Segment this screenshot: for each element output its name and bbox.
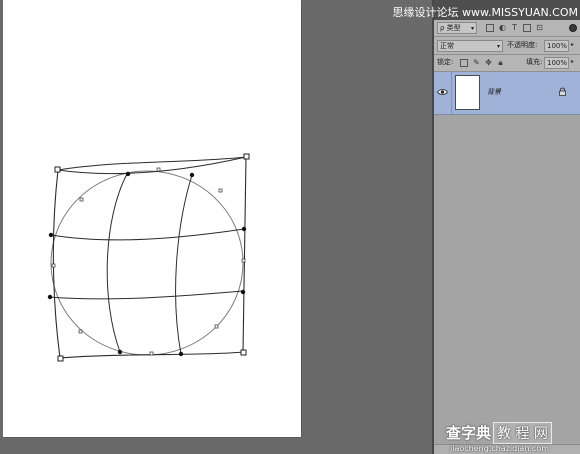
filter-type-icon[interactable]: T	[510, 23, 519, 32]
fill-label: 填充:	[526, 58, 543, 66]
blend-mode-label: 正常	[440, 42, 454, 50]
layer-visibility-toggle[interactable]	[434, 72, 452, 114]
warp-mesh[interactable]	[3, 0, 301, 437]
filter-kind-select[interactable]: ρ 类型 ▾	[437, 22, 477, 34]
document-canvas[interactable]	[3, 0, 301, 437]
blend-mode-select[interactable]: 正常 ▾	[437, 40, 503, 52]
eye-icon	[437, 89, 448, 95]
opacity-field[interactable]: 100%	[544, 40, 569, 52]
watermark-top: 思缘设计论坛 www.MISSYUAN.COM	[392, 4, 578, 20]
layer-row-background[interactable]: 背景	[434, 72, 580, 115]
panel-topbar: 思缘设计论坛 www.MISSYUAN.COM	[392, 0, 580, 20]
lock-transparent-icon[interactable]	[460, 59, 468, 67]
chevron-down-icon: ▾	[470, 25, 474, 32]
watermark-bottom: 查字典教 程 网 jiaocheng.chazidian.com	[446, 422, 580, 453]
watermark-brand: 查字典教 程 网	[446, 422, 580, 444]
filter-kind-label: ρ 类型	[440, 24, 461, 32]
opacity-label: 不透明度:	[507, 41, 538, 49]
warp-top-edge	[57, 156, 247, 171]
warp-grid-horizontal-1	[50, 228, 245, 241]
lock-brush-icon[interactable]: ✎	[472, 58, 481, 67]
warp-grid-vertical-2	[175, 174, 193, 355]
fill-value: 100%	[547, 59, 568, 67]
lock-label: 锁定:	[437, 58, 454, 66]
layers-list: 背景	[434, 72, 580, 445]
warp-grid-vertical-1	[106, 173, 128, 353]
fill-chevron-icon[interactable]: ▸	[571, 58, 574, 65]
opacity-value: 100%	[547, 42, 568, 50]
filter-adjustment-icon[interactable]: ◐	[498, 23, 507, 32]
layers-panel: 思缘设计论坛 www.MISSYUAN.COM ρ 类型 ▾ ◐ T ⊡ 正常 …	[392, 0, 580, 454]
watermark-top-url: www.MISSYUAN.COM	[461, 6, 578, 19]
lock-all-icon[interactable]: 🔒︎	[496, 58, 505, 67]
lock-row: 锁定: ✎ ✥ 🔒︎ 填充: 100% ▸	[434, 55, 580, 72]
fill-field[interactable]: 100%	[544, 57, 569, 69]
blend-row: 正常 ▾ 不透明度: 100% ▸	[434, 37, 580, 55]
watermark-brand-a: 查字典	[446, 424, 492, 442]
layer-lock-icon	[559, 87, 566, 96]
layer-filter-row: ρ 类型 ▾ ◐ T ⊡	[434, 20, 580, 37]
warp-corner-handles[interactable]	[54, 153, 250, 362]
watermark-brand-b: 教 程 网	[493, 422, 552, 444]
chevron-down-icon: ▾	[496, 43, 500, 50]
watermark-top-cn: 思缘设计论坛	[392, 6, 459, 19]
filter-smartobject-icon[interactable]: ⊡	[535, 23, 544, 32]
layer-name[interactable]: 背景	[487, 87, 501, 97]
filter-toggle-icon[interactable]	[569, 24, 577, 32]
lock-move-icon[interactable]: ✥	[484, 58, 493, 67]
layer-thumbnail[interactable]	[455, 75, 480, 110]
filter-shape-icon[interactable]	[523, 24, 531, 32]
warp-grid-horizontal-2	[48, 290, 244, 300]
watermark-url: jiaocheng.chazidian.com	[450, 444, 550, 453]
filter-pixel-icon[interactable]	[486, 24, 494, 32]
canvas-area[interactable]	[0, 0, 432, 454]
opacity-chevron-icon[interactable]: ▸	[571, 41, 574, 48]
